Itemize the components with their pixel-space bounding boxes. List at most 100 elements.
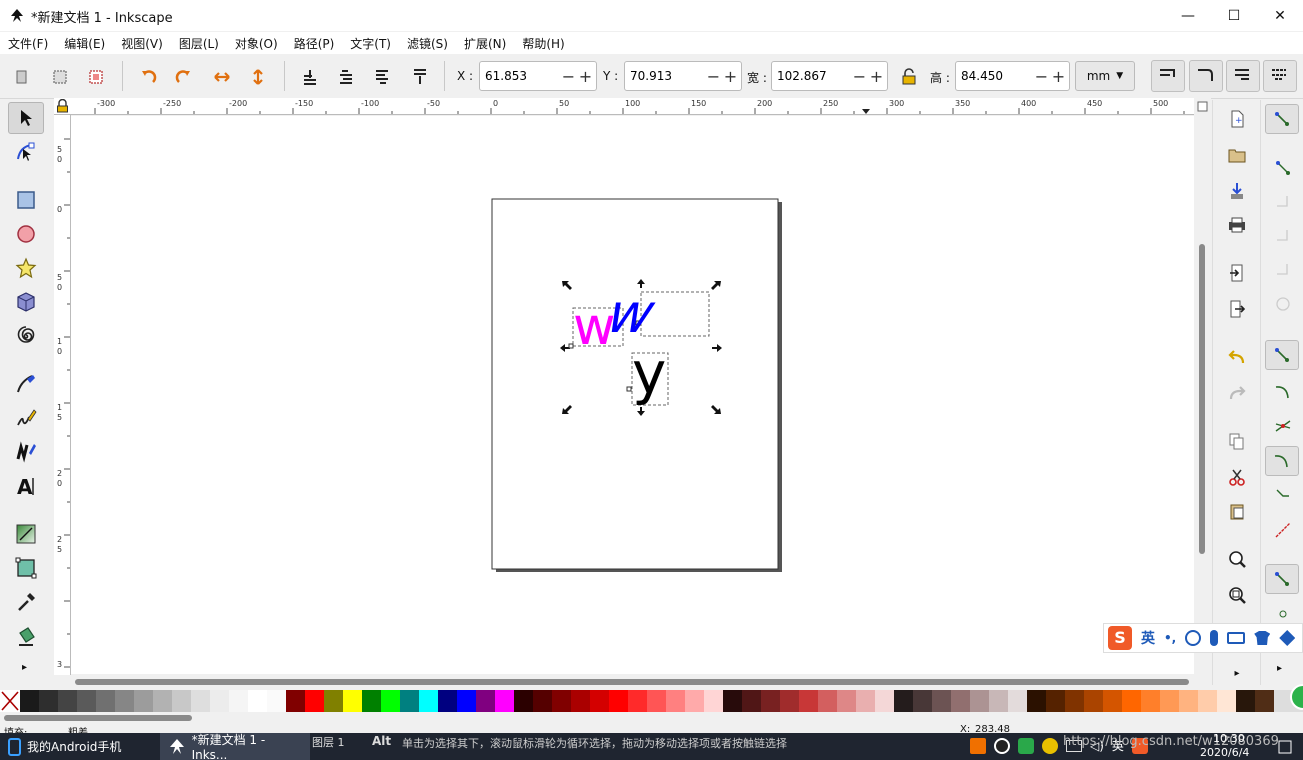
paste-icon[interactable] (1223, 498, 1251, 524)
open-document-icon[interactable] (1223, 142, 1251, 168)
color-swatch[interactable] (1141, 690, 1160, 712)
no-paint-swatch[interactable] (0, 690, 20, 712)
gradient-tool-icon[interactable] (8, 518, 44, 550)
color-swatch[interactable] (1122, 690, 1141, 712)
height-decrement[interactable]: − (1033, 67, 1050, 86)
flip-horizontal-icon[interactable] (208, 63, 236, 91)
y-increment[interactable]: + (722, 67, 739, 86)
x-input[interactable] (480, 63, 560, 89)
color-swatch[interactable] (191, 690, 210, 712)
ime-language[interactable]: 英 (1141, 628, 1155, 648)
select-all-icon[interactable] (8, 63, 36, 91)
color-swatch[interactable] (153, 690, 172, 712)
save-document-icon[interactable] (1223, 178, 1251, 204)
menu-file[interactable]: 文件(F) (0, 32, 56, 54)
color-swatch[interactable] (951, 690, 970, 712)
color-swatch[interactable] (552, 690, 571, 712)
width-field[interactable]: − + (771, 61, 888, 91)
dropper-tool-icon[interactable] (8, 586, 44, 618)
menu-extensions[interactable]: 扩展(N) (456, 32, 514, 54)
flip-vertical-icon[interactable] (244, 63, 272, 91)
rotate-cw-icon[interactable] (170, 63, 198, 91)
security-plus-icon[interactable] (1042, 737, 1058, 754)
color-swatch[interactable] (742, 690, 761, 712)
emoji-icon[interactable] (1185, 630, 1202, 646)
ime-punctuation[interactable]: •, (1164, 631, 1176, 645)
mesh-tool-icon[interactable] (8, 552, 44, 584)
clock-time[interactable]: 10:30 (1213, 732, 1245, 745)
color-swatch[interactable] (476, 690, 495, 712)
color-swatch[interactable] (533, 690, 552, 712)
color-swatch[interactable] (248, 690, 267, 712)
color-swatch[interactable] (381, 690, 400, 712)
color-swatch[interactable] (856, 690, 875, 712)
y-decrement[interactable]: − (705, 67, 722, 86)
color-swatch[interactable] (229, 690, 248, 712)
color-swatch[interactable] (989, 690, 1008, 712)
node-tool-icon[interactable] (8, 136, 44, 168)
scale-stroke-button[interactable] (1151, 60, 1185, 92)
color-swatch[interactable] (1179, 690, 1198, 712)
keyboard-icon[interactable] (1227, 632, 1246, 644)
color-swatch[interactable] (77, 690, 96, 712)
redo-icon[interactable] (1223, 380, 1251, 406)
text-tool-icon[interactable]: A (8, 470, 44, 502)
ime-menu-icon[interactable] (1279, 630, 1296, 646)
qq-icon[interactable] (994, 737, 1010, 754)
y-input[interactable] (625, 63, 705, 89)
color-swatch[interactable] (647, 690, 666, 712)
color-swatch[interactable] (1008, 690, 1027, 712)
color-swatch[interactable] (609, 690, 628, 712)
color-swatch[interactable] (400, 690, 419, 712)
guide-lock-icon[interactable] (54, 98, 71, 115)
color-swatch[interactable] (571, 690, 590, 712)
select-all-layers-icon[interactable] (46, 63, 74, 91)
sogou-logo-icon[interactable]: S (1108, 626, 1132, 650)
selector-tool-icon[interactable] (8, 102, 44, 134)
rectangle-tool-icon[interactable] (8, 184, 44, 216)
color-swatch[interactable] (875, 690, 894, 712)
lower-icon[interactable] (368, 63, 396, 91)
drawing-canvas[interactable]: w w y (71, 116, 1194, 674)
color-swatch[interactable] (58, 690, 77, 712)
raise-to-top-icon[interactable] (296, 63, 324, 91)
maximize-button[interactable]: ☐ (1211, 0, 1257, 31)
paint-bucket-tool-icon[interactable] (8, 620, 44, 652)
color-swatch[interactable] (1198, 690, 1217, 712)
snap-nodes-button[interactable] (1265, 340, 1299, 370)
microphone-icon[interactable] (1210, 630, 1219, 646)
spiral-tool-icon[interactable] (8, 320, 44, 352)
color-swatch[interactable] (1217, 690, 1236, 712)
move-patterns-button[interactable] (1263, 60, 1297, 92)
menu-view[interactable]: 视图(V) (113, 32, 171, 54)
snap-bbox-center-icon[interactable] (1273, 294, 1293, 317)
color-swatch[interactable] (970, 690, 989, 712)
snap-toggle-button[interactable] (1265, 104, 1299, 134)
shield-icon[interactable] (1018, 737, 1034, 754)
color-swatch[interactable] (134, 690, 153, 712)
snap-others-button[interactable] (1265, 564, 1299, 594)
toolbox-more-icon[interactable]: ▸ (22, 662, 27, 673)
color-swatch[interactable] (1065, 690, 1084, 712)
unit-select[interactable]: mm ▼ (1075, 61, 1135, 91)
commands-more-icon[interactable]: ▸ (1223, 660, 1251, 686)
menu-filters[interactable]: 滤镜(S) (399, 32, 456, 54)
color-swatch[interactable] (723, 690, 742, 712)
cut-icon[interactable] (1223, 464, 1251, 490)
move-gradients-button[interactable] (1226, 60, 1260, 92)
snap-cusp-button[interactable] (1265, 446, 1299, 476)
menu-text[interactable]: 文字(T) (342, 32, 399, 54)
color-swatch[interactable] (666, 690, 685, 712)
3d-box-tool-icon[interactable] (8, 286, 44, 318)
node-handle[interactable] (626, 386, 632, 392)
new-document-icon[interactable]: + (1223, 106, 1251, 132)
snap-bbox-edge-icon[interactable] (1273, 192, 1293, 215)
ellipse-tool-icon[interactable] (8, 218, 44, 250)
color-swatch[interactable] (913, 690, 932, 712)
color-swatch[interactable] (172, 690, 191, 712)
color-swatch[interactable] (210, 690, 229, 712)
color-swatch[interactable] (419, 690, 438, 712)
tray-app-icon[interactable] (970, 737, 986, 754)
width-increment[interactable]: + (868, 67, 885, 86)
color-swatch[interactable] (343, 690, 362, 712)
